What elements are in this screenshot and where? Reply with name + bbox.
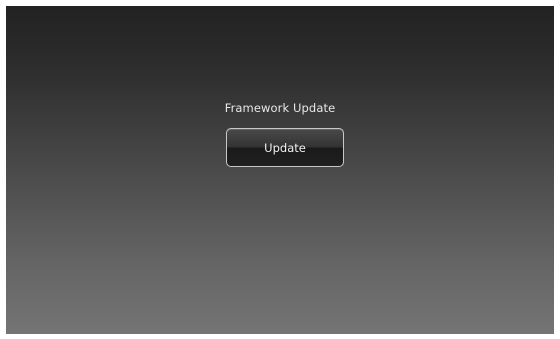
update-button[interactable]: Update [226, 128, 344, 167]
update-button-label: Update [264, 140, 306, 155]
screen-background: Framework Update Update [6, 6, 554, 334]
framework-update-title: Framework Update [224, 101, 336, 115]
